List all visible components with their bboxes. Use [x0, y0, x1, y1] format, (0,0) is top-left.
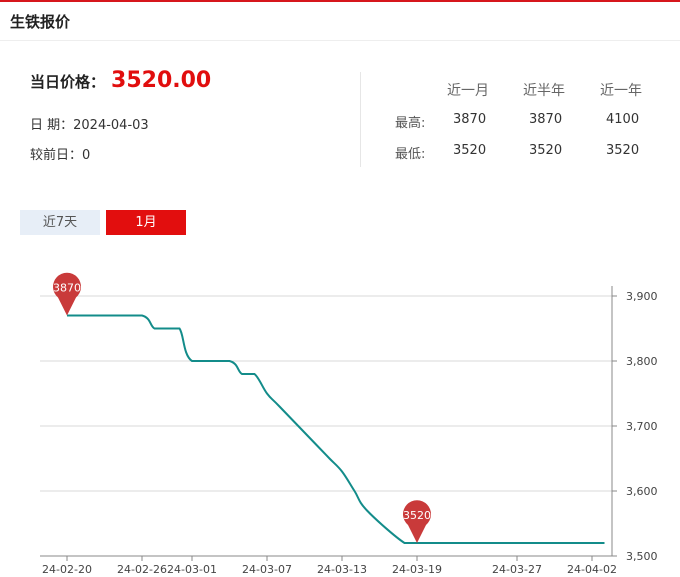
- y-tick-label: 3,900: [626, 290, 658, 303]
- x-tick-label: 24-03-13: [317, 563, 367, 576]
- x-tick-label: 24-02-20: [42, 563, 92, 576]
- y-tick-label: 3,600: [626, 485, 658, 498]
- x-tick-label: 24-03-01: [167, 563, 217, 576]
- y-tick-label: 3,500: [626, 550, 658, 563]
- x-tick-label: 24-04-02: [567, 563, 617, 576]
- price-series-line: [66, 314, 605, 545]
- x-tick-label: 24-03-19: [392, 563, 442, 576]
- x-tick-label: 24-03-07: [242, 563, 292, 576]
- x-tick-label: 24-02-26: [117, 563, 167, 576]
- pin-marker-label: 3520: [403, 509, 431, 522]
- x-tick-label: 24-03-27: [492, 563, 542, 576]
- pin-marker-label: 3870: [53, 282, 81, 295]
- y-tick-label: 3,800: [626, 355, 658, 368]
- y-tick-label: 3,700: [626, 420, 658, 433]
- price-line-chart: 3,900 3,800 3,700 3,600 3,500 24-02-20 24-02-2…: [40, 272, 658, 576]
